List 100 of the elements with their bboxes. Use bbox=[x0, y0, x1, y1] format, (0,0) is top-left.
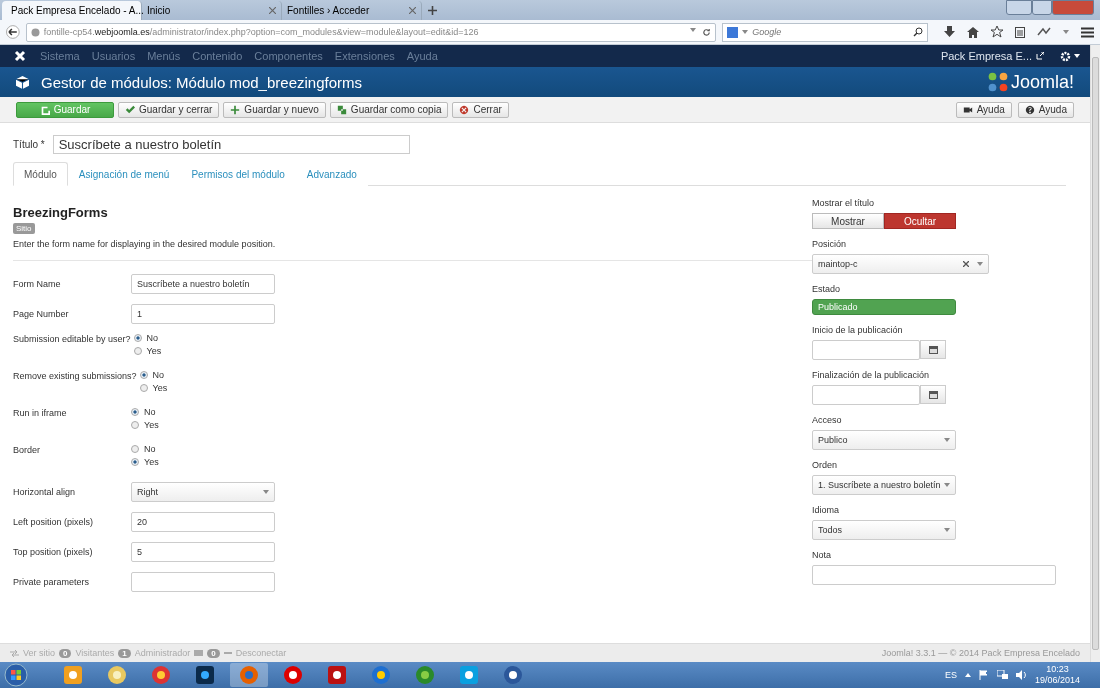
date-field[interactable] bbox=[812, 340, 920, 360]
new-tab-icon[interactable] bbox=[428, 6, 437, 15]
clear-icon[interactable] bbox=[963, 261, 969, 267]
nav-menu-item[interactable]: Ayuda bbox=[406, 50, 438, 62]
browser-tab[interactable]: Pack Empresa Encelado - A... bbox=[2, 1, 142, 20]
start-button[interactable] bbox=[4, 663, 28, 687]
minus-icon bbox=[223, 651, 232, 655]
toolbar-button[interactable]: Guardar y nuevo bbox=[223, 101, 326, 118]
module-description: Enter the form name for displaying in the desired module position. bbox=[13, 239, 277, 249]
download-icon[interactable] bbox=[944, 26, 955, 38]
reload-icon[interactable] bbox=[702, 27, 712, 37]
select-field[interactable]: Publico bbox=[812, 430, 956, 450]
radio-button[interactable] bbox=[139, 384, 148, 392]
module-heading: BreezingForms bbox=[13, 205, 109, 220]
star-icon[interactable] bbox=[991, 26, 1003, 38]
site-badge: Sitio bbox=[13, 223, 35, 234]
flag-icon[interactable] bbox=[978, 670, 989, 680]
close-icon[interactable] bbox=[269, 7, 276, 14]
chevron-up-icon[interactable] bbox=[964, 673, 971, 677]
scrollbar[interactable] bbox=[1090, 45, 1100, 662]
help-icon bbox=[1024, 104, 1035, 115]
radio-option[interactable]: Yes bbox=[131, 457, 159, 467]
maximize-button[interactable] bbox=[1032, 0, 1052, 15]
toolbar-button[interactable]: Guardar y cerrar bbox=[118, 101, 220, 118]
field-label: Private parameters bbox=[13, 576, 91, 587]
toggle-button[interactable]: Mostrar bbox=[812, 213, 884, 229]
share-icon bbox=[10, 649, 19, 657]
text-field[interactable]: 20 bbox=[131, 512, 275, 532]
radio-option[interactable]: No bbox=[133, 333, 162, 343]
field-label: Remove existing submissions? bbox=[13, 371, 138, 381]
toggle-button[interactable]: Ocultar bbox=[884, 213, 956, 229]
toolbar-button[interactable]: Guardar como copia bbox=[329, 101, 449, 118]
text-field[interactable]: Suscríbete a nuestro boletín bbox=[131, 274, 275, 294]
network-icon[interactable] bbox=[996, 670, 1008, 680]
radio-option[interactable]: Yes bbox=[131, 420, 159, 430]
app-icon bbox=[416, 666, 434, 684]
date-field[interactable] bbox=[812, 385, 920, 405]
external-link-icon bbox=[1036, 52, 1044, 60]
caret-icon bbox=[690, 27, 697, 32]
text-field[interactable] bbox=[812, 565, 1056, 585]
radio-button[interactable] bbox=[131, 408, 139, 416]
home-icon[interactable] bbox=[967, 26, 979, 38]
radio-button[interactable] bbox=[131, 458, 139, 466]
select-field[interactable]: maintop-c bbox=[812, 254, 989, 274]
radio-button[interactable] bbox=[131, 421, 139, 429]
text-field[interactable] bbox=[131, 572, 275, 592]
radio-button[interactable] bbox=[139, 371, 148, 379]
minimize-button[interactable] bbox=[1006, 0, 1032, 15]
speaker-icon[interactable] bbox=[1015, 670, 1027, 680]
check-icon bbox=[125, 104, 135, 115]
tab[interactable]: Módulo bbox=[13, 162, 68, 186]
select-field[interactable]: Right bbox=[131, 482, 275, 502]
toolbar-button[interactable]: Cerrar bbox=[452, 101, 509, 118]
calendar-button[interactable] bbox=[920, 340, 946, 359]
text-field[interactable]: 1 bbox=[131, 304, 275, 324]
app-icon bbox=[504, 666, 522, 684]
calendar-button[interactable] bbox=[920, 385, 946, 404]
back-icon[interactable] bbox=[6, 25, 20, 39]
nav-menu-item[interactable]: Usuarios bbox=[91, 50, 136, 62]
clock[interactable]: 10:23 19/06/2014 bbox=[1034, 664, 1080, 686]
nav-menu-item[interactable]: Sistema bbox=[40, 50, 80, 62]
nav-menu-item[interactable]: Contenido bbox=[192, 50, 243, 62]
caret-icon bbox=[944, 528, 950, 532]
nav-menu-item[interactable]: Componentes bbox=[254, 50, 323, 62]
text-field[interactable]: 5 bbox=[131, 542, 275, 562]
radio-button[interactable] bbox=[131, 445, 139, 453]
settings-icon[interactable] bbox=[1060, 50, 1071, 62]
field-label: Top position (pixels) bbox=[13, 546, 94, 557]
radio-option[interactable]: No bbox=[131, 444, 159, 454]
site-link[interactable]: Pack Empresa E... bbox=[940, 50, 1032, 62]
app-icon bbox=[328, 666, 346, 684]
clipboard-icon[interactable] bbox=[1015, 26, 1025, 38]
field-label: Form Name bbox=[13, 278, 62, 289]
mail-icon bbox=[194, 650, 204, 656]
help-button[interactable]: Ayuda bbox=[955, 101, 1012, 118]
caret-icon bbox=[263, 490, 269, 494]
url-text: fontille-cp54.webjoomla.es/administrator/index.php?option=com_modules&view=module&layout=edit&id=126 bbox=[43, 27, 479, 37]
extension-icon[interactable] bbox=[1037, 27, 1051, 37]
radio-button[interactable] bbox=[133, 347, 142, 355]
radio-button[interactable] bbox=[133, 334, 142, 342]
calendar-icon bbox=[928, 390, 938, 399]
close-icon bbox=[459, 104, 470, 115]
search-icon[interactable] bbox=[913, 27, 923, 37]
search-field[interactable]: Google bbox=[722, 22, 928, 42]
page-title: Gestor de módulos: Módulo mod_breezingforms bbox=[41, 73, 362, 91]
title-field[interactable]: Suscríbete a nuestro boletín bbox=[52, 135, 410, 154]
menu-icon[interactable] bbox=[1081, 26, 1094, 38]
radio-option[interactable]: Yes bbox=[133, 346, 162, 356]
radio-option[interactable]: No bbox=[139, 370, 168, 380]
address-field[interactable]: fontille-cp54.webjoomla.es/administrator/index.php?option=com_modules&view=module&layout=edit&id=126 bbox=[25, 22, 717, 42]
joomla-icon[interactable] bbox=[14, 50, 26, 62]
help-button[interactable]: Ayuda bbox=[1017, 101, 1074, 118]
nav-menu-item[interactable]: Menús bbox=[147, 50, 181, 62]
radio-option[interactable]: Yes bbox=[139, 383, 168, 393]
nav-menu-item[interactable]: Extensiones bbox=[334, 50, 395, 62]
language-indicator[interactable]: ES bbox=[944, 670, 957, 680]
select-field[interactable]: Todos bbox=[812, 520, 956, 540]
close-icon[interactable] bbox=[409, 7, 416, 14]
select-field[interactable]: 1. Suscríbete a nuestro boletín bbox=[812, 475, 956, 495]
radio-option[interactable]: No bbox=[131, 407, 159, 417]
